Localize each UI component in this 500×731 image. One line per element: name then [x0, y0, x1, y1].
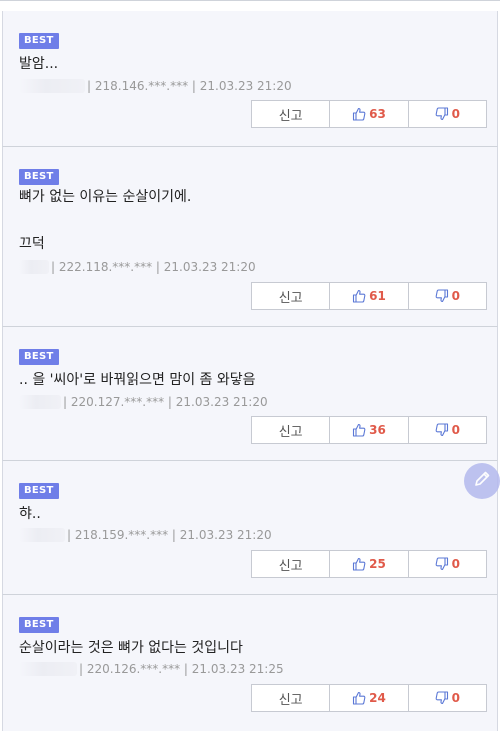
upvote-button[interactable]: 36 [330, 417, 409, 443]
comment-text: 뼈가 없는 이유는 순살이기에. [19, 189, 192, 205]
comment-actions: 신고 63 0 [251, 100, 487, 128]
report-label: 신고 [278, 424, 303, 440]
thumbs-up-icon [352, 107, 366, 121]
thumbs-up-icon [352, 289, 366, 303]
best-badge: BEST [19, 617, 59, 633]
nickname-redacted [19, 79, 85, 93]
comment-text: 햐.. [19, 506, 41, 522]
comment-ip-date: | 220.126.***.*** | 21.03.23 21:25 [79, 662, 284, 676]
report-button[interactable]: 신고 [252, 551, 331, 577]
comment-item: BEST 뼈가 없는 이유는 순살이기에. 끄덕 | 222.118.***.*… [2, 147, 498, 327]
comment-item: BEST 햐.. | 218.159.***.*** | 21.03.23 21… [2, 461, 498, 595]
comment-meta: | 220.127.***.*** | 21.03.23 21:20 [19, 395, 268, 409]
nickname-redacted [19, 528, 65, 542]
upvote-count: 24 [369, 691, 386, 705]
best-badge: BEST [19, 33, 59, 49]
report-button[interactable]: 신고 [252, 417, 331, 443]
comment-actions: 신고 24 0 [251, 684, 487, 712]
upvote-button[interactable]: 61 [330, 283, 409, 309]
comment-text: 끄덕 [19, 236, 45, 252]
best-badge: BEST [19, 349, 59, 365]
comment-item: BEST .. 을 '씨아'로 바꿔읽으면 맘이 좀 와닿음 | 220.127… [2, 327, 498, 461]
best-badge: BEST [19, 169, 59, 185]
pencil-icon [473, 470, 491, 492]
downvote-button[interactable]: 0 [409, 685, 486, 711]
comment-text: 발암... [19, 56, 59, 72]
downvote-count: 0 [451, 423, 460, 437]
upvote-button[interactable]: 63 [330, 101, 409, 127]
comment-meta: | 222.118.***.*** | 21.03.23 21:20 [19, 260, 256, 274]
comment-meta: | 220.126.***.*** | 21.03.23 21:25 [19, 662, 284, 676]
report-button[interactable]: 신고 [252, 685, 331, 711]
downvote-button[interactable]: 0 [409, 417, 486, 443]
downvote-button[interactable]: 0 [409, 551, 486, 577]
thumbs-up-icon [352, 691, 366, 705]
thumbs-down-icon [435, 107, 449, 121]
report-label: 신고 [278, 108, 303, 124]
report-button[interactable]: 신고 [252, 283, 331, 309]
thumbs-up-icon [352, 423, 366, 437]
write-comment-fab[interactable] [464, 463, 500, 499]
downvote-button[interactable]: 0 [409, 101, 486, 127]
downvote-count: 0 [451, 557, 460, 571]
downvote-count: 0 [451, 691, 460, 705]
best-badge: BEST [19, 483, 59, 499]
nickname-redacted [19, 395, 61, 409]
downvote-count: 0 [451, 107, 460, 121]
comment-list: BEST 발암... | 218.146.***.*** | 21.03.23 … [0, 0, 500, 731]
upvote-count: 25 [369, 557, 386, 571]
report-label: 신고 [278, 290, 303, 306]
comment-actions: 신고 36 0 [251, 416, 487, 444]
comment-ip-date: | 222.118.***.*** | 21.03.23 21:20 [51, 260, 256, 274]
upvote-button[interactable]: 24 [330, 685, 409, 711]
report-label: 신고 [278, 558, 303, 574]
upvote-count: 63 [369, 107, 386, 121]
comment-ip-date: | 218.146.***.*** | 21.03.23 21:20 [87, 79, 292, 93]
upvote-count: 36 [369, 423, 386, 437]
comment-item: BEST 발암... | 218.146.***.*** | 21.03.23 … [2, 11, 498, 147]
upvote-button[interactable]: 25 [330, 551, 409, 577]
report-label: 신고 [278, 692, 303, 708]
thumbs-up-icon [352, 557, 366, 571]
thumbs-down-icon [435, 691, 449, 705]
report-button[interactable]: 신고 [252, 101, 331, 127]
thumbs-down-icon [435, 557, 449, 571]
comment-text: 순살이라는 것은 뼈가 없다는 것입니다 [19, 640, 243, 656]
comment-item: BEST 순살이라는 것은 뼈가 없다는 것입니다 | 220.126.***.… [2, 595, 498, 731]
comment-ip-date: | 218.159.***.*** | 21.03.23 21:20 [67, 528, 272, 542]
thumbs-down-icon [435, 423, 449, 437]
comment-actions: 신고 61 0 [251, 282, 487, 310]
nickname-redacted [19, 662, 77, 676]
downvote-count: 0 [451, 289, 460, 303]
comment-ip-date: | 220.127.***.*** | 21.03.23 21:20 [63, 395, 268, 409]
thumbs-down-icon [435, 289, 449, 303]
comment-actions: 신고 25 0 [251, 550, 487, 578]
downvote-button[interactable]: 0 [409, 283, 486, 309]
comment-meta: | 218.146.***.*** | 21.03.23 21:20 [19, 79, 292, 93]
comment-text: .. 을 '씨아'로 바꿔읽으면 맘이 좀 와닿음 [19, 372, 256, 388]
comment-meta: | 218.159.***.*** | 21.03.23 21:20 [19, 528, 272, 542]
upvote-count: 61 [369, 289, 386, 303]
nickname-redacted [19, 260, 49, 274]
